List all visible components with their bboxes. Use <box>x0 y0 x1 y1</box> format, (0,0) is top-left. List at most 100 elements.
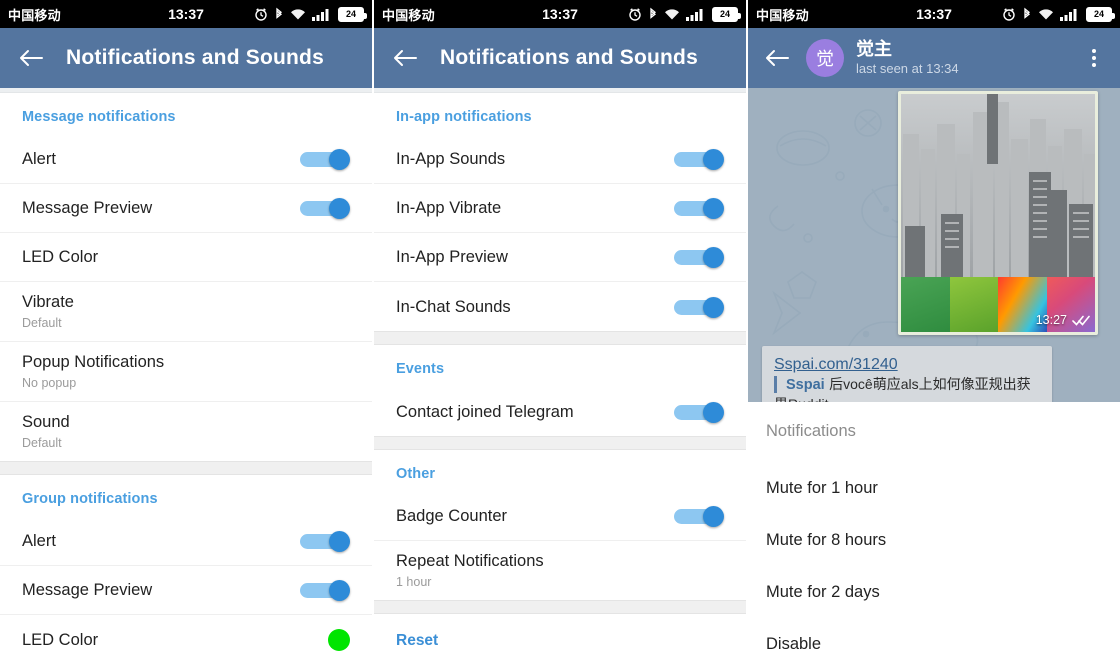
section-divider-3 <box>374 436 746 450</box>
bluetooth-icon <box>1022 7 1032 21</box>
signal-icon <box>1060 8 1080 21</box>
section-divider-2 <box>374 331 746 345</box>
bluetooth-icon <box>274 7 284 21</box>
row-label: Alert <box>22 532 56 550</box>
row-popup-notifications[interactable]: Popup Notifications No popup <box>0 342 372 402</box>
row-label: Contact joined Telegram <box>396 402 574 421</box>
row-in-app-vibrate[interactable]: In-App Vibrate <box>374 184 746 233</box>
toggle-contact-joined[interactable] <box>674 401 724 423</box>
row-value: No popup <box>22 376 77 390</box>
section-header-in-app-notifications: In-app notifications <box>396 109 532 125</box>
row-label: Vibrate <box>22 293 74 311</box>
chat-identity[interactable]: 觉主 last seen at 13:34 <box>856 39 959 77</box>
sheet-option-mute-1-hour[interactable]: Mute for 1 hour <box>766 463 1102 515</box>
link-url[interactable]: Sspai.com/31240 <box>774 356 1040 374</box>
section-divider-1 <box>0 461 372 475</box>
double-check-icon <box>1072 315 1090 326</box>
sheet-option-disable[interactable]: Disable <box>766 619 1102 661</box>
reset-label: Reset <box>396 632 439 649</box>
toggle-alert[interactable] <box>300 149 350 170</box>
led-color-swatch-icon[interactable] <box>328 628 350 651</box>
back-icon[interactable] <box>14 41 48 75</box>
section-header-group-notifications: Group notifications <box>22 491 158 507</box>
status-bar-2: 中国移动 13:37 24 <box>374 0 746 28</box>
toggle-message-preview[interactable] <box>300 198 350 219</box>
row-label: Sound <box>22 413 70 431</box>
page-title: Notifications and Sounds <box>66 46 324 69</box>
message-meta: 13:27 <box>1036 313 1090 327</box>
row-message-preview[interactable]: Message Preview <box>0 184 372 233</box>
signal-icon <box>312 8 332 21</box>
carrier-label: 中国移动 <box>756 7 809 23</box>
row-group-led-color[interactable]: LED Color <box>0 615 372 661</box>
back-icon[interactable] <box>388 41 422 75</box>
status-bar-3: 中国移动 13:37 24 <box>748 0 1120 28</box>
sheet-title: Notifications <box>766 422 856 440</box>
row-label: Popup Notifications <box>22 353 165 371</box>
row-led-color[interactable]: LED Color <box>0 233 372 282</box>
message-timestamp: 13:27 <box>1035 313 1067 327</box>
section-header-other: Other <box>396 466 436 482</box>
row-label: In-Chat Sounds <box>396 297 511 316</box>
overflow-menu-icon[interactable] <box>1080 41 1108 75</box>
row-badge-counter[interactable]: Badge Counter <box>374 492 746 541</box>
row-label: Message Preview <box>22 581 153 599</box>
row-in-app-sounds[interactable]: In-App Sounds <box>374 135 746 184</box>
section-header-message-notifications: Message notifications <box>22 109 176 125</box>
toggle-badge-counter[interactable] <box>674 506 724 527</box>
toggle-in-app-sounds[interactable] <box>674 149 724 170</box>
row-label: Repeat Notifications <box>396 552 544 570</box>
row-label: LED Color <box>22 630 99 649</box>
avatar[interactable]: 觉 <box>806 39 844 77</box>
carrier-label: 中国移动 <box>382 7 435 23</box>
row-alert[interactable]: Alert <box>0 135 372 184</box>
row-value: Default <box>22 316 62 330</box>
row-repeat-notifications[interactable]: Repeat Notifications 1 hour <box>374 541 746 600</box>
alarm-icon <box>254 7 268 21</box>
sheet-option-mute-2-days[interactable]: Mute for 2 days <box>766 567 1102 619</box>
row-in-chat-sounds[interactable]: In-Chat Sounds <box>374 282 746 331</box>
row-reset[interactable]: Reset <box>374 614 746 660</box>
row-label: Alert <box>22 150 56 168</box>
settings-list-2: In-app notifications In-App Sounds In-Ap… <box>374 93 746 660</box>
status-icons: 24 <box>1002 6 1115 22</box>
section-header-events: Events <box>396 361 445 377</box>
wifi-icon <box>1038 8 1054 21</box>
appbar-2: Notifications and Sounds <box>374 28 746 88</box>
back-icon[interactable] <box>760 41 794 75</box>
row-in-app-preview[interactable]: In-App Preview <box>374 233 746 282</box>
row-group-message-preview[interactable]: Message Preview <box>0 566 372 615</box>
toggle-in-chat-sounds[interactable] <box>674 296 724 318</box>
sheet-option-mute-8-hours[interactable]: Mute for 8 hours <box>766 515 1102 567</box>
contact-name: 觉主 <box>856 39 892 59</box>
battery-icon: 24 <box>338 6 367 22</box>
page-title: Notifications and Sounds <box>440 46 698 69</box>
contact-status: last seen at 13:34 <box>856 61 959 76</box>
row-contact-joined-telegram[interactable]: Contact joined Telegram <box>374 387 746 436</box>
row-vibrate[interactable]: Vibrate Default <box>0 282 372 342</box>
status-icons: 24 <box>628 6 741 22</box>
wifi-icon <box>290 8 306 21</box>
alarm-icon <box>628 7 642 21</box>
row-sound[interactable]: Sound Default <box>0 402 372 461</box>
row-label: Message Preview <box>22 199 153 217</box>
battery-level: 24 <box>340 8 362 20</box>
bluetooth-icon <box>648 7 658 21</box>
photo-cityscape <box>901 94 1095 277</box>
row-label: Badge Counter <box>396 507 507 525</box>
alarm-icon <box>1002 7 1016 21</box>
battery-icon: 24 <box>712 6 741 22</box>
toggle-in-app-preview[interactable] <box>674 247 724 268</box>
toggle-group-alert[interactable] <box>300 531 350 552</box>
panel-inapp-events-other: 中国移动 13:37 24 Notifications and Sounds I… <box>374 0 748 661</box>
photo-message-bubble[interactable]: 13:27 <box>898 91 1098 335</box>
chat-appbar: 觉 觉主 last seen at 13:34 <box>748 28 1120 88</box>
row-label: In-App Sounds <box>396 150 506 168</box>
appbar-1: Notifications and Sounds <box>0 28 372 88</box>
carrier-label: 中国移动 <box>8 7 61 23</box>
row-label: LED Color <box>22 248 99 266</box>
toggle-group-message-preview[interactable] <box>300 580 350 601</box>
toggle-in-app-vibrate[interactable] <box>674 198 724 219</box>
row-group-alert[interactable]: Alert <box>0 517 372 566</box>
battery-level: 24 <box>1088 8 1110 20</box>
